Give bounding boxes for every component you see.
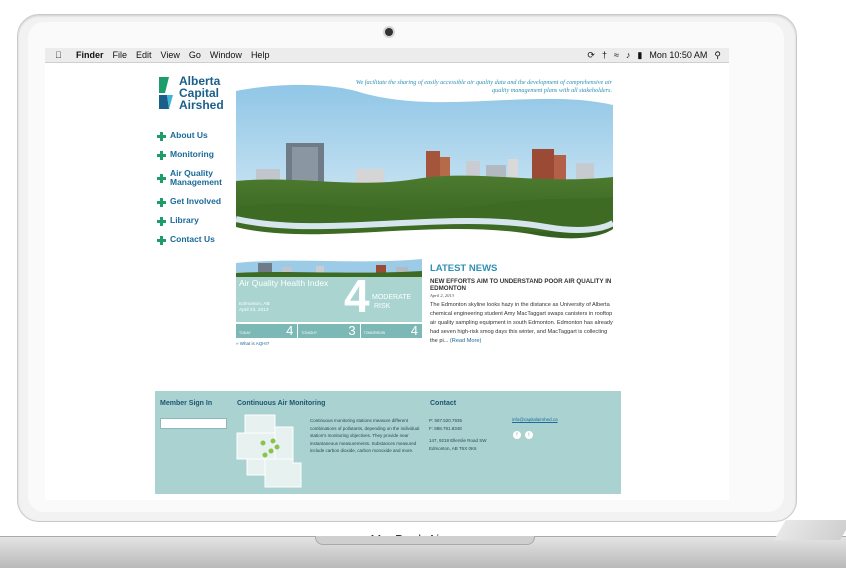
forecast-label: TOMORROW [363, 331, 386, 335]
contact-phone: P: 587.520.7935 [429, 418, 463, 423]
menu-view[interactable]: View [161, 50, 180, 60]
contact-title: Contact [430, 400, 457, 407]
contact-address-line-1: 147, 9218 Ellerslie Road SW [429, 438, 487, 443]
forecast-tomorrow: TOMORROW 4 [360, 323, 422, 338]
forecast-value: 3 [348, 323, 356, 338]
website: Alberta Capital Airshed About Us Monitor… [45, 63, 729, 500]
nav-get-involved[interactable]: Get Involved [157, 197, 247, 214]
contact-email-link[interactable]: info@capitalairshed.ca [512, 417, 558, 422]
nav-library[interactable]: Library [157, 216, 247, 233]
plus-icon [157, 174, 166, 183]
forecast-today: TODAY 4 [236, 323, 298, 338]
nav-label: Library [170, 215, 199, 225]
member-signin-input[interactable] [160, 418, 227, 429]
plus-icon [157, 236, 166, 245]
nav-label: Get Involved [170, 196, 222, 206]
contact-details: P: 587.520.7935 F: 888.791.8348 147, 921… [429, 417, 509, 453]
time-machine-icon[interactable]: ⟳ [587, 50, 595, 61]
contact-fax: F: 888.791.8348 [429, 426, 462, 431]
logo-line-3: Airshed [179, 98, 224, 112]
bluetooth-icon[interactable]: † [602, 50, 607, 60]
menu-edit[interactable]: Edit [136, 50, 152, 60]
menu-file[interactable]: File [113, 50, 128, 60]
aqhi-forecast: TODAY 4 TONIGHT 3 TOMORROW 4 [236, 323, 422, 338]
news-title[interactable]: NEW EFFORTS AIM TO UNDERSTAND POOR AIR Q… [430, 278, 616, 292]
site-footer: Member Sign In Continuous Air Monitoring… [155, 391, 621, 494]
nav-monitoring[interactable]: Monitoring [157, 150, 247, 167]
plus-icon [157, 217, 166, 226]
news-body: The Edmonton skyline looks hazy in the d… [430, 301, 616, 346]
logo-mark-icon [159, 77, 173, 109]
aqhi-risk-line-1: MODERATE [372, 294, 412, 301]
monitoring-title: Continuous Air Monitoring [237, 400, 326, 407]
what-is-aqhi-link[interactable]: » What is AQHI? [236, 341, 269, 346]
menubar-clock[interactable]: Mon 10:50 AM [649, 50, 707, 60]
logo-text: Alberta Capital Airshed [179, 75, 224, 111]
nav-label: Monitoring [170, 149, 214, 159]
plus-icon [157, 198, 166, 207]
hero-image [236, 77, 613, 251]
battery-icon[interactable]: ▮ [637, 50, 642, 61]
spotlight-search-icon[interactable]: ⚲ [714, 50, 721, 61]
laptop-base-edge [774, 520, 846, 540]
mac-menubar:  Finder File Edit View Go Window Help ⟳… [45, 48, 729, 63]
aqhi-risk-line-2: RISK [374, 303, 391, 310]
aqhi-date: April 23, 2013 [239, 308, 269, 313]
forecast-label: TONIGHT [301, 331, 318, 335]
main-nav: About Us Monitoring Air Quality Manageme… [157, 131, 247, 254]
aqhi-title: Air Quality Health Index [239, 278, 329, 288]
hero-skyline-illustration [236, 77, 613, 251]
aqhi-skyline-illustration [236, 255, 422, 278]
volume-icon[interactable]: ♪ [626, 50, 631, 60]
nav-contact-us[interactable]: Contact Us [157, 235, 247, 252]
aqhi-risk-level: MODERATE RISK [372, 293, 411, 311]
wifi-icon[interactable]: ≈ [614, 50, 619, 60]
plus-icon [157, 132, 166, 141]
nav-label: About Us [170, 130, 208, 140]
menu-help[interactable]: Help [251, 50, 270, 60]
camera [385, 28, 393, 36]
menu-window[interactable]: Window [210, 50, 242, 60]
aqhi-widget: Air Quality Health Index Edmonton, AB Ap… [236, 255, 422, 348]
monitoring-map[interactable] [235, 413, 303, 491]
twitter-icon[interactable]: t [525, 431, 533, 439]
aqhi-skyline-strip [236, 255, 422, 278]
forecast-value: 4 [410, 323, 418, 338]
forecast-value: 4 [286, 323, 294, 338]
menu-go[interactable]: Go [189, 50, 201, 60]
laptop-hinge-notch [315, 536, 535, 545]
nav-air-quality-management[interactable]: Air Quality Management [157, 169, 247, 195]
facebook-icon[interactable]: f [513, 431, 521, 439]
screen:  Finder File Edit View Go Window Help ⟳… [45, 48, 729, 500]
nav-about-us[interactable]: About Us [157, 131, 247, 148]
news-heading: LATEST NEWS [430, 263, 498, 274]
aqhi-panel: Air Quality Health Index Edmonton, AB Ap… [236, 273, 422, 322]
monitoring-description: Continuous monitoring stations measure d… [310, 418, 420, 453]
menu-finder[interactable]: Finder [76, 50, 104, 60]
site-logo[interactable]: Alberta Capital Airshed [157, 75, 227, 117]
member-signin-title: Member Sign In [160, 400, 213, 407]
forecast-label: TODAY [239, 331, 251, 335]
aqhi-value: 4 [344, 270, 370, 322]
site-tagline: We facilitate the sharing of easily acce… [355, 79, 612, 94]
read-more-link[interactable]: (Read More) [450, 338, 481, 344]
plus-icon [157, 151, 166, 160]
menubar-status: ⟳ † ≈ ♪ ▮ Mon 10:50 AM ⚲ [587, 48, 721, 62]
nav-label: Air Quality Management [170, 168, 222, 187]
nav-label: Contact Us [170, 234, 215, 244]
apple-icon[interactable]:  [55, 50, 67, 60]
aqhi-location: Edmonton, AB April 23, 2013 [239, 302, 270, 314]
forecast-tonight: TONIGHT 3 [298, 323, 360, 338]
contact-address-line-2: Edmonton, AB T6X 0K6 [429, 446, 477, 451]
latest-news: LATEST NEWS NEW EFFORTS AIM TO UNDERSTAN… [430, 263, 616, 346]
news-date: April 2, 2013 [430, 293, 454, 298]
